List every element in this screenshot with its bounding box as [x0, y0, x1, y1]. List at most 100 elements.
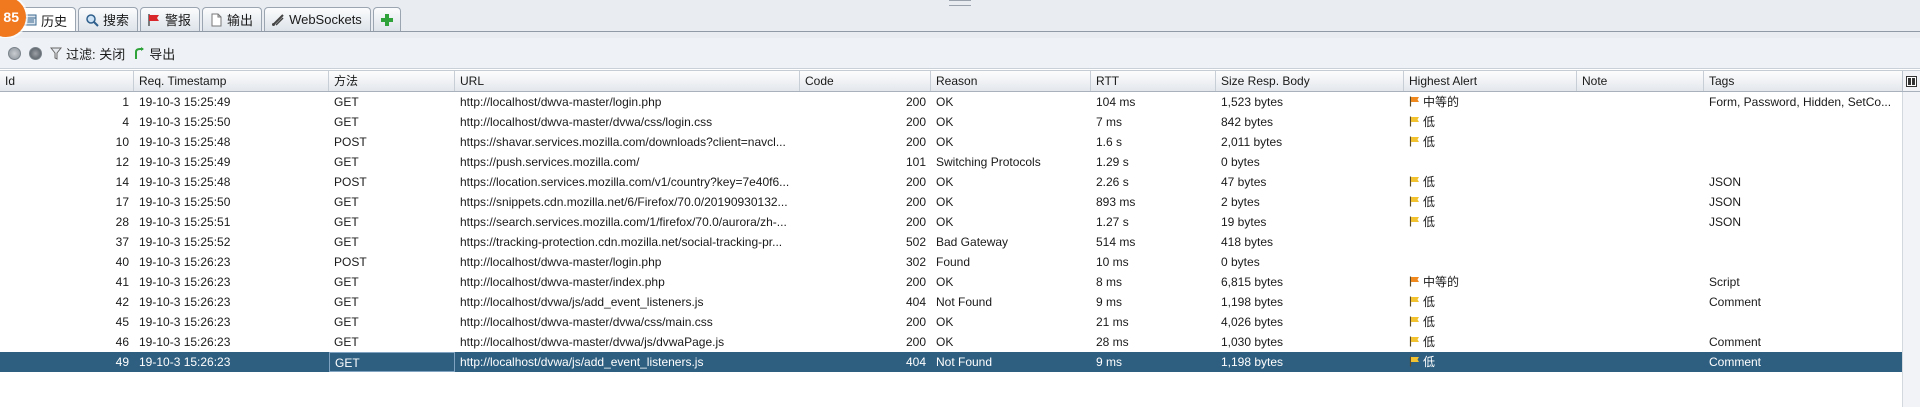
table-row[interactable]: 37 19-10-3 15:25:52 GET https://tracking-pr… — [0, 232, 1920, 252]
cell-rtt: 104 ms — [1096, 95, 1136, 109]
column-chooser-button[interactable] — [1902, 71, 1920, 91]
alert-flag-icon — [1409, 276, 1419, 287]
table-row[interactable]: 17 19-10-3 15:25:50 GET https://snippets.cd… — [0, 192, 1920, 212]
cell-note — [1577, 312, 1704, 332]
resize-grip[interactable] — [949, 0, 971, 6]
table-row[interactable]: 49 19-10-3 15:26:23 GET http://localhost/dv… — [0, 352, 1920, 372]
column-header-code[interactable]: Code — [800, 71, 931, 91]
cell-method: POST — [334, 175, 367, 189]
cell-url: http://localhost/dwva-master/dvwa/js/dvw… — [460, 335, 725, 349]
cell-highest-alert — [1404, 152, 1577, 172]
vertical-scrollbar[interactable] — [1902, 92, 1920, 407]
alert-flag-icon — [1409, 216, 1419, 227]
cell-method: GET — [329, 352, 455, 372]
add-tab-button[interactable] — [372, 7, 401, 31]
table-row[interactable]: 12 19-10-3 15:25:49 GET https://push.servic… — [0, 152, 1920, 172]
cell-note — [1577, 92, 1704, 112]
previous-button[interactable] — [8, 46, 21, 60]
cell-reason: OK — [936, 115, 954, 129]
cell-url: https://shavar.services.mozilla.com/down… — [460, 135, 786, 149]
filter-icon — [50, 47, 62, 60]
tab-alerts[interactable]: 警报 — [140, 7, 201, 31]
cell-highest-alert: 中等的 — [1404, 92, 1577, 112]
cell-timestamp: 19-10-3 15:25:49 — [139, 155, 231, 169]
column-header-highest-alert[interactable]: Highest Alert — [1404, 71, 1577, 91]
cell-url: http://localhost/dwva-master/dvwa/css/lo… — [460, 115, 713, 129]
cell-tags: JSON — [1709, 175, 1742, 189]
cell-highest-alert: 中等的 — [1404, 272, 1577, 292]
column-header-method[interactable]: 方法 — [329, 71, 455, 91]
cell-rtt: 9 ms — [1096, 295, 1123, 309]
cell-reason: OK — [936, 215, 954, 229]
alert-label: 低 — [1423, 135, 1436, 149]
cell-url: http://localhost/dwva-master/index.php — [460, 275, 665, 289]
next-button[interactable] — [29, 46, 42, 60]
cell-url: http://localhost/dwva-master/login.php — [460, 95, 662, 109]
table-row[interactable]: 40 19-10-3 15:26:23 POST http://localhost/d… — [0, 252, 1920, 272]
cell-tags: JSON — [1709, 195, 1742, 209]
cell-reason: Found — [936, 255, 971, 269]
column-header-timestamp[interactable]: Req. Timestamp — [134, 71, 329, 91]
cell-code: 404 — [905, 355, 926, 369]
table-row[interactable]: 45 19-10-3 15:26:23 GET http://localhost/dw… — [0, 312, 1920, 332]
cell-reason: Not Found — [936, 295, 993, 309]
table-row[interactable]: 4 19-10-3 15:25:50 GET http://localhost/dwv… — [0, 112, 1920, 132]
cell-code: 200 — [905, 335, 926, 349]
table-row[interactable]: 1 19-10-3 15:25:49 GET http://localhost/dwv… — [0, 92, 1920, 112]
tab-label: WebSockets — [289, 12, 362, 27]
cell-reason: OK — [936, 135, 954, 149]
table-row[interactable]: 28 19-10-3 15:25:51 GET https://search.serv… — [0, 212, 1920, 232]
alert-flag-icon — [1409, 316, 1419, 327]
table-row[interactable]: 14 19-10-3 15:25:48 POST https://location.s… — [0, 172, 1920, 192]
filter-button[interactable]: 过滤: 关闭 — [50, 44, 125, 63]
cell-size: 2 bytes — [1221, 195, 1260, 209]
cell-highest-alert — [1404, 232, 1577, 252]
cell-id: 4 — [122, 115, 129, 129]
table-row[interactable]: 46 19-10-3 15:26:23 GET http://localhost/dw… — [0, 332, 1920, 352]
cell-id: 14 — [115, 175, 129, 189]
column-header-note[interactable]: Note — [1577, 71, 1704, 91]
cell-rtt: 21 ms — [1096, 315, 1129, 329]
cell-note — [1577, 352, 1704, 372]
tab-label: 警报 — [165, 13, 192, 28]
tab-websockets[interactable]: WebSockets — [264, 7, 371, 31]
column-header-rtt[interactable]: RTT — [1091, 71, 1216, 91]
table-row[interactable]: 41 19-10-3 15:26:23 GET http://localhost/dw… — [0, 272, 1920, 292]
alert-label: 低 — [1423, 315, 1436, 329]
cell-note — [1577, 132, 1704, 152]
cell-url: http://localhost/dwva-master/login.php — [460, 255, 662, 269]
export-label: 导出 — [149, 46, 176, 62]
cell-id: 10 — [115, 135, 129, 149]
cell-id: 42 — [115, 295, 129, 309]
column-header-id[interactable]: Id — [0, 71, 134, 91]
cell-id: 45 — [115, 315, 129, 329]
cell-reason: Bad Gateway — [936, 235, 1009, 249]
cell-method: GET — [334, 215, 359, 229]
cell-url: http://localhost/dvwa/js/add_event_liste… — [460, 295, 704, 309]
column-header-reason[interactable]: Reason — [931, 71, 1091, 91]
cell-highest-alert: 低 — [1404, 112, 1577, 132]
export-button[interactable]: 导出 — [133, 44, 175, 63]
column-header-tags[interactable]: Tags — [1704, 71, 1903, 91]
tab-output[interactable]: 输出 — [202, 7, 263, 31]
cell-highest-alert: 低 — [1404, 192, 1577, 212]
tab-search[interactable]: 搜索 — [78, 7, 139, 31]
cell-id: 40 — [115, 255, 129, 269]
alert-label: 低 — [1423, 355, 1436, 369]
cell-timestamp: 19-10-3 15:26:23 — [139, 275, 231, 289]
cell-timestamp: 19-10-3 15:26:23 — [139, 255, 231, 269]
column-header-size[interactable]: Size Resp. Body — [1216, 71, 1404, 91]
alert-label: 低 — [1423, 175, 1436, 189]
table-row[interactable]: 10 19-10-3 15:25:48 POST https://shavar.ser… — [0, 132, 1920, 152]
cell-timestamp: 19-10-3 15:25:48 — [139, 175, 231, 189]
cell-code: 200 — [905, 135, 926, 149]
alert-flag-icon — [1409, 196, 1419, 207]
cell-code: 502 — [905, 235, 926, 249]
column-header-url[interactable]: URL — [455, 71, 800, 91]
cell-method: GET — [334, 315, 359, 329]
table-row[interactable]: 42 19-10-3 15:26:23 GET http://localhost/dv… — [0, 292, 1920, 312]
export-icon — [135, 46, 145, 59]
cell-timestamp: 19-10-3 15:26:23 — [139, 295, 231, 309]
alert-flag-icon — [1409, 356, 1419, 367]
cell-code: 101 — [905, 155, 926, 169]
